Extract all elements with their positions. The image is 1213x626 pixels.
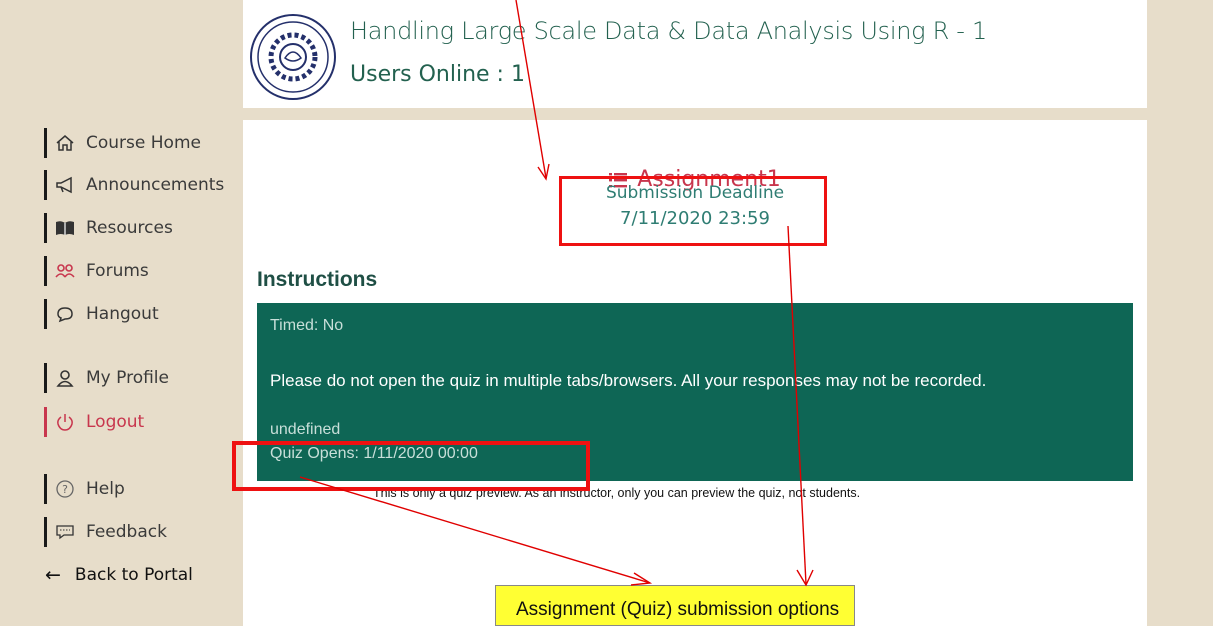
sidebar-item-label: Forums: [86, 261, 149, 281]
sidebar-item-forums[interactable]: Forums: [44, 256, 149, 286]
megaphone-icon: [56, 176, 72, 194]
sidebar-item-label: Announcements: [86, 175, 225, 195]
main-content: Assignment1 Submission Deadline 7/11/202…: [243, 120, 1147, 626]
power-icon: [57, 414, 73, 431]
sidebar-item-label: My Profile: [86, 368, 169, 388]
timed-status: Timed: No: [270, 317, 344, 334]
sidebar-item-course-home[interactable]: Course Home: [44, 128, 201, 158]
sidebar-item-label: Help: [86, 479, 125, 499]
deadline-highlight-box: [559, 176, 827, 246]
sidebar-item-label: Logout: [86, 412, 145, 432]
sidebar-item-logout[interactable]: Logout: [44, 407, 144, 437]
sidebar-item-label: Resources: [86, 218, 173, 238]
back-to-portal-label: Back to Portal: [74, 565, 193, 585]
home-icon: [56, 135, 74, 151]
sidebar-item-hangout[interactable]: Hangout: [44, 299, 159, 329]
sidebar-item-feedback[interactable]: Feedback: [44, 517, 167, 547]
svg-text:?: ?: [62, 483, 68, 496]
help-icon: ?: [56, 480, 74, 498]
back-to-portal-link[interactable]: ← Back to Portal: [45, 564, 193, 586]
arrow-left-icon: ←: [45, 564, 61, 586]
instructions-warning: Please do not open the quiz in multiple …: [270, 371, 987, 390]
sidebar-item-label: Feedback: [86, 522, 167, 542]
book-icon: [56, 221, 74, 235]
users-icon: [55, 264, 75, 278]
undefined-text: undefined: [270, 421, 341, 438]
sidebar-nav: Course Home Announcements Resources Foru…: [0, 118, 243, 626]
sidebar-item-help[interactable]: ? Help: [44, 474, 125, 504]
quiz-opens-highlight-box: [232, 441, 590, 491]
sidebar-item-label: Course Home: [86, 133, 201, 153]
course-header: Handling Large Scale Data & Data Analysi…: [243, 0, 1147, 108]
user-icon: [56, 370, 74, 387]
sidebar-item-my-profile[interactable]: My Profile: [44, 363, 169, 393]
annotation-callout: Assignment (Quiz) submission options: [495, 585, 855, 626]
feedback-icon: [56, 525, 74, 540]
instructions-heading: Instructions: [257, 268, 378, 291]
course-title: Handling Large Scale Data & Data Analysi…: [350, 17, 987, 45]
sidebar-item-label: Hangout: [86, 304, 159, 324]
users-online-count: Users Online : 1: [350, 62, 525, 87]
institute-logo: [250, 14, 336, 100]
chat-bubble-icon: [57, 307, 73, 323]
sidebar-item-announcements[interactable]: Announcements: [44, 170, 224, 200]
sidebar-item-resources[interactable]: Resources: [44, 213, 173, 243]
